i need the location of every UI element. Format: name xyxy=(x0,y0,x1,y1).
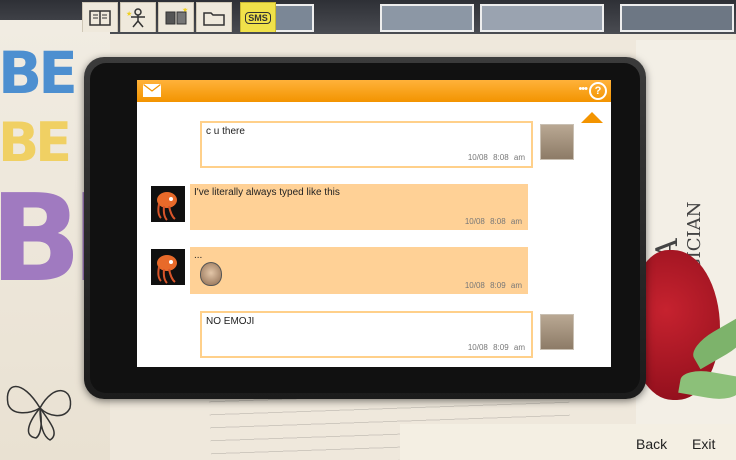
menu-tabs: ★ ★ SMS xyxy=(82,2,276,36)
character-tab[interactable]: ★ xyxy=(120,2,156,32)
folder-tab[interactable] xyxy=(196,2,232,32)
photos-icon: ★ xyxy=(165,8,188,24)
avatar xyxy=(540,124,574,160)
avatar xyxy=(540,314,574,350)
message-bubble: c u there 10/08 8:08 am xyxy=(200,121,533,168)
message-timestamp: 10/08 8:09 am xyxy=(467,343,525,352)
message-text: NO EMOJI xyxy=(206,316,255,327)
sms-icon: SMS xyxy=(245,11,271,24)
message-timestamp: 10/08 8:08 am xyxy=(467,153,525,162)
message-text: I've literally always typed like this xyxy=(194,187,340,198)
envelope-icon xyxy=(143,84,161,97)
svg-text:★: ★ xyxy=(182,8,188,14)
folder-icon xyxy=(203,11,225,26)
journal-icon xyxy=(89,9,111,26)
back-button[interactable]: Back xyxy=(636,436,667,452)
help-icon[interactable]: ? xyxy=(589,82,607,100)
avatar xyxy=(151,249,185,285)
sms-screen: ••• ? c u there 10/08 8:08 am I've liter… xyxy=(137,80,611,367)
character-icon: ★ xyxy=(126,7,145,27)
message-bubble: ... 10/08 8:09 am xyxy=(190,247,528,294)
butterfly-doodle xyxy=(6,385,72,441)
exit-button[interactable]: Exit xyxy=(692,436,715,452)
squid-icon xyxy=(157,255,177,284)
message-bubble: NO EMOJI 10/08 8:09 am xyxy=(200,311,533,358)
bottom-bar xyxy=(400,424,736,460)
photos-tab[interactable]: ★ xyxy=(158,2,194,32)
scroll-up-icon[interactable] xyxy=(581,112,603,123)
message-text: c u there xyxy=(206,126,245,137)
message-timestamp: 10/08 8:09 am xyxy=(464,281,522,290)
sms-tab[interactable]: SMS xyxy=(240,2,276,32)
signal-icon: ••• xyxy=(578,83,588,95)
message-timestamp: 10/08 8:08 am xyxy=(464,217,522,226)
face-icon xyxy=(200,262,222,286)
journal-tab[interactable] xyxy=(82,2,118,32)
svg-text:★: ★ xyxy=(126,10,132,18)
squid-icon xyxy=(157,192,177,221)
message-text: ... xyxy=(194,250,203,261)
sms-header: ••• ? xyxy=(137,80,611,102)
avatar xyxy=(151,186,185,222)
message-bubble: I've literally always typed like this 10… xyxy=(190,184,528,230)
